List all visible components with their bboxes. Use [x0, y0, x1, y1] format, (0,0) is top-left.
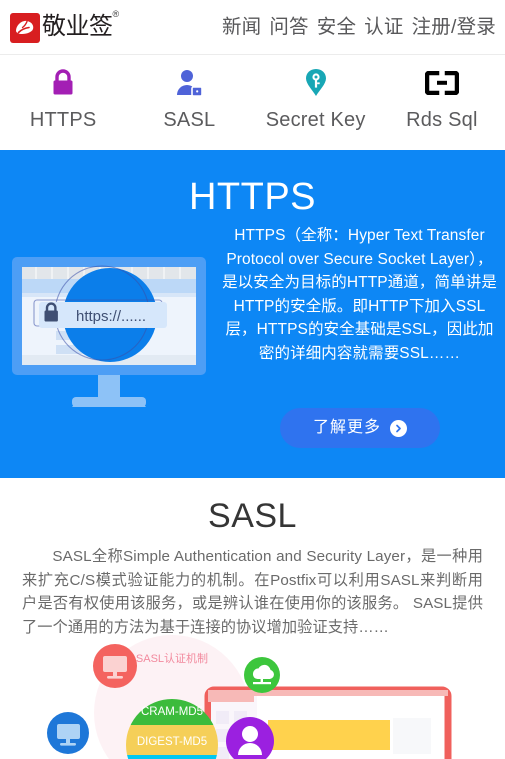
category-secret-key[interactable]: Secret Key	[253, 65, 379, 132]
nav-register-login[interactable]: 注册/登录	[412, 14, 496, 40]
main-nav: 新闻 问答 安全 认证 注册/登录	[222, 14, 496, 40]
sasl-mechanism-illustration: SASL认证机制 CRAM-MD5 DIGEST-MD5 etc...	[0, 633, 505, 759]
https-section: HTTPS HTTPS（全称：Hyper Text Transfer Proto…	[0, 150, 505, 478]
brand-name: 敬业签®	[42, 9, 120, 43]
key-pin-icon	[303, 65, 329, 101]
user-lock-icon	[174, 65, 204, 101]
category-https[interactable]: HTTPS	[0, 65, 126, 132]
site-header: 敬业签® 新闻 问答 安全 认证 注册/登录	[0, 0, 505, 55]
learn-more-button[interactable]: 了解更多	[280, 408, 440, 448]
category-rds-sql[interactable]: Rds Sql	[379, 65, 505, 132]
page-root: 敬业签® 新闻 问答 安全 认证 注册/登录 HTTPS SASL Secret…	[0, 0, 505, 759]
mechanism-label-digest: DIGEST-MD5	[137, 736, 207, 748]
nav-news[interactable]: 新闻	[222, 14, 261, 40]
category-https-label: HTTPS	[29, 109, 97, 131]
padlock-icon	[50, 65, 76, 101]
https-section-body: HTTPS（全称：Hyper Text Transfer Protocol ov…	[222, 227, 497, 362]
registered-mark: ®	[112, 9, 120, 19]
learn-more-label: 了解更多	[312, 419, 381, 436]
category-icon-row: HTTPS SASL Secret Key Rds Sql	[0, 55, 505, 150]
sasl-section-body: SASL全称Simple Authentication and Security…	[22, 548, 483, 636]
https-monitor-illustration: https://......	[10, 255, 208, 425]
cloud-logo-icon	[10, 13, 40, 43]
nav-qa[interactable]: 问答	[269, 14, 308, 40]
brand-name-text: 敬业签	[42, 13, 113, 40]
mechanism-label-cram: CRAM-MD5	[141, 706, 203, 718]
https-section-title: HTTPS	[188, 176, 317, 218]
nav-security[interactable]: 安全	[317, 14, 356, 40]
category-rds-sql-label: Rds Sql	[406, 109, 478, 131]
https-url-text: https://......	[76, 308, 146, 325]
category-sasl[interactable]: SASL	[126, 65, 252, 132]
chevron-right-icon	[390, 419, 407, 437]
category-sasl-label: SASL	[163, 109, 216, 131]
sasl-section-title: SASL	[208, 497, 297, 535]
brand-logo[interactable]: 敬业签®	[10, 9, 120, 43]
nav-certification[interactable]: 认证	[364, 14, 403, 40]
bracket-link-icon	[424, 65, 459, 101]
sasl-section: SASL SASL全称Simple Authentication and Sec…	[0, 478, 505, 759]
sasl-ring-label: SASL认证机制	[136, 651, 208, 665]
category-secret-key-label: Secret Key	[265, 109, 366, 131]
